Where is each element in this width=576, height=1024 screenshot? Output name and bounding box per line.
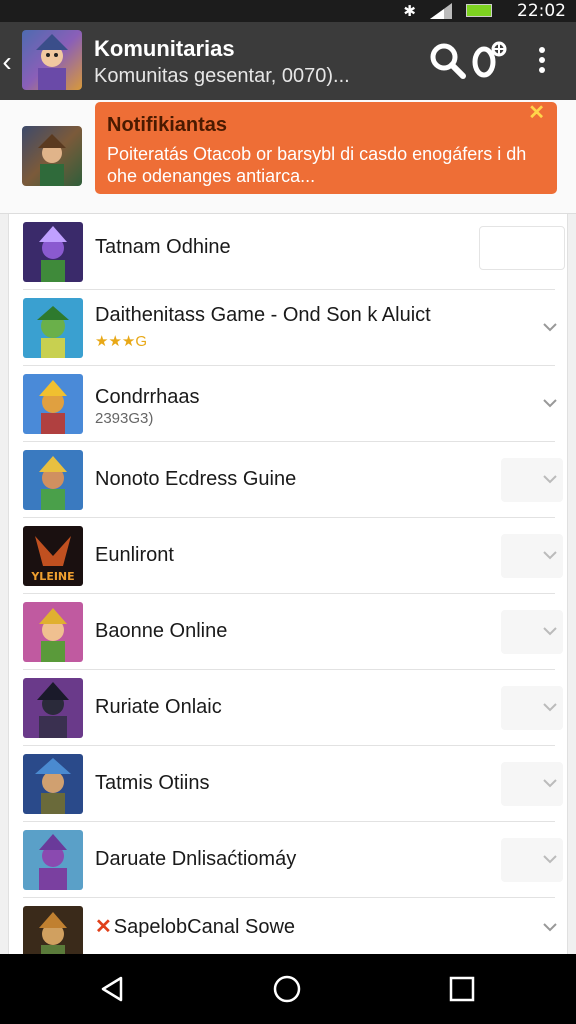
nav-recents-icon[interactable] — [447, 974, 477, 1004]
game-thumbnail — [23, 602, 83, 662]
game-thumbnail — [23, 298, 83, 358]
notification-title: Notifikiantas — [107, 114, 228, 136]
status-bar: ✱ 22:02 — [0, 0, 576, 22]
chevron-down-icon[interactable] — [543, 624, 557, 638]
battery-icon — [466, 4, 492, 17]
chevron-down-icon[interactable] — [543, 320, 557, 334]
game-thumbnail — [23, 222, 83, 282]
chevron-down-icon[interactable] — [543, 852, 557, 866]
game-name: Tatnam Odhine — [95, 236, 231, 258]
more-vert-icon[interactable] — [522, 40, 562, 80]
signal-icon — [430, 3, 452, 19]
rating-stars: ★★★G — [95, 333, 148, 350]
list-item[interactable]: Daruate Dnlisaćtiomáy — [9, 822, 567, 898]
game-name: Condrrhaas — [95, 386, 200, 408]
game-list: Tatnam Odhine Daithenitass Game - Ond So… — [8, 214, 568, 954]
settings-gear-icon[interactable] — [470, 40, 510, 80]
game-name: Eunliront — [95, 544, 174, 566]
toolbar-subtitle: Komunitas gesentar, 0070)... — [94, 65, 350, 87]
list-item[interactable]: Ruriate Onlaic — [9, 670, 567, 746]
chevron-down-icon[interactable] — [543, 396, 557, 410]
list-item[interactable]: ✕ SapelobCanal Sowe — [9, 898, 567, 954]
bluetooth-icon: ✱ — [403, 3, 416, 20]
nav-home-icon[interactable] — [272, 974, 302, 1004]
notification-toast[interactable]: ✕ Notifikiantas Poiteratás Otacob or bar… — [95, 102, 557, 194]
status-time: 22:02 — [517, 1, 566, 21]
game-name: Daruate Dnlisaćtiomáy — [95, 848, 297, 870]
chevron-down-icon[interactable] — [543, 700, 557, 714]
game-thumbnail — [23, 830, 83, 890]
notification-avatar — [22, 126, 82, 186]
game-thumbnail — [23, 450, 83, 510]
game-name: Baonne Online — [95, 620, 228, 642]
chevron-down-icon[interactable] — [543, 776, 557, 790]
community-avatar — [22, 30, 82, 90]
thumbnail-logo-text: YLEINE — [30, 570, 74, 583]
list-item[interactable]: Daithenitass Game - Ond Son k Aluict ★★★… — [9, 290, 567, 366]
game-name: Nonoto Ecdress Guine — [95, 468, 297, 490]
list-item[interactable]: Baonne Online — [9, 594, 567, 670]
close-icon: ✕ — [95, 916, 112, 938]
game-subtitle: 2393G3) — [95, 410, 154, 427]
game-name: Daithenitass Game - Ond Son k Aluict — [95, 304, 431, 326]
list-item[interactable]: Tatnam Odhine — [9, 214, 567, 290]
chevron-down-icon[interactable] — [543, 548, 557, 562]
notification-area: ✕ Notifikiantas Poiteratás Otacob or bar… — [0, 100, 576, 214]
chevron-down-icon[interactable] — [543, 472, 557, 486]
game-thumbnail — [23, 906, 83, 954]
chevron-down-icon[interactable] — [543, 920, 557, 934]
notification-body: Poiteratás Otacob or barsybl di casdo en… — [107, 144, 527, 186]
game-thumbnail: YLEINE — [23, 526, 83, 586]
app-toolbar: ‹ Komunitarias Komunitas gesentar, 0070)… — [0, 22, 576, 100]
close-icon[interactable]: ✕ — [528, 100, 545, 125]
nav-back-icon[interactable] — [97, 974, 127, 1004]
search-icon[interactable] — [428, 40, 468, 80]
game-name: Ruriate Onlaic — [95, 696, 222, 718]
list-item[interactable]: Nonoto Ecdress Guine — [9, 442, 567, 518]
game-thumbnail — [23, 678, 83, 738]
list-item[interactable]: Tatmis Otiins — [9, 746, 567, 822]
game-thumbnail — [23, 754, 83, 814]
list-item[interactable]: YLEINE Eunliront — [9, 518, 567, 594]
game-thumbnail — [23, 374, 83, 434]
list-item[interactable]: Condrrhaas 2393G3) — [9, 366, 567, 442]
game-name: Tatmis Otiins — [95, 772, 210, 794]
action-button[interactable] — [479, 226, 565, 270]
toolbar-title: Komunitarias — [94, 36, 235, 61]
system-nav-bar — [0, 954, 576, 1024]
back-arrow-icon[interactable]: ‹ — [0, 46, 14, 78]
game-name: ✕ SapelobCanal Sowe — [95, 916, 296, 938]
